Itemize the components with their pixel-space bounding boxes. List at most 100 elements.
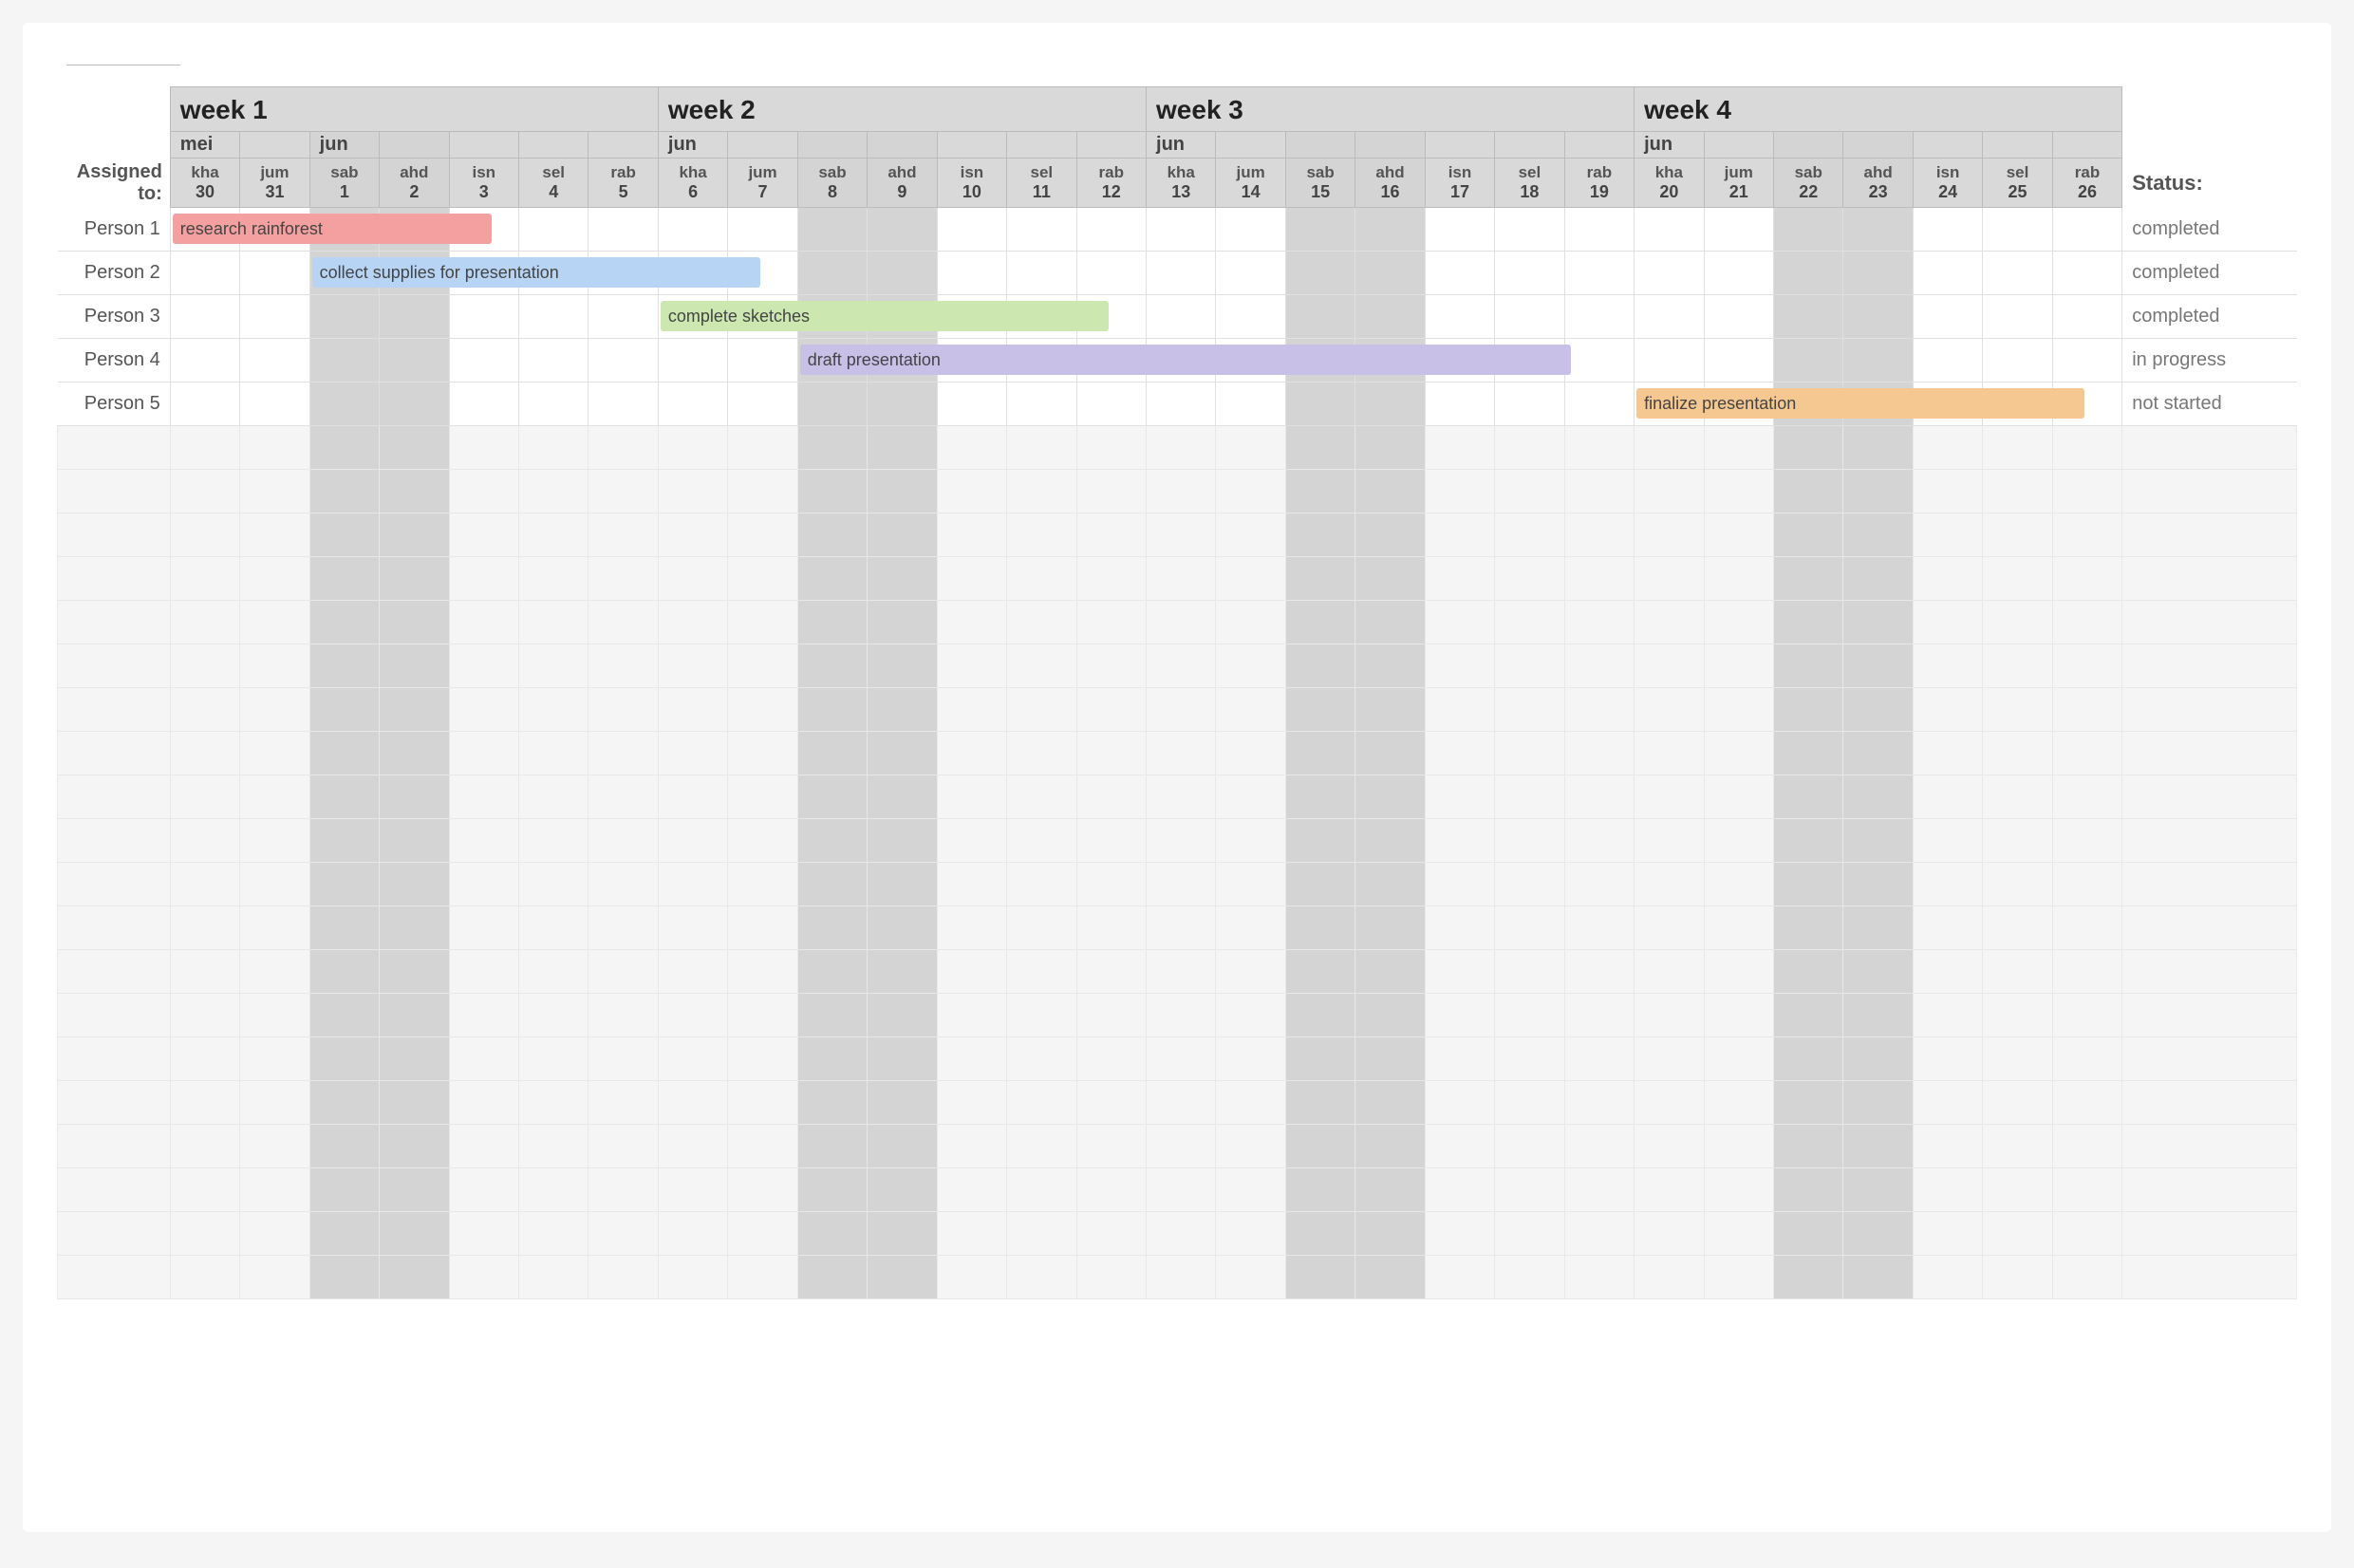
- day-data-2-1: [240, 295, 309, 339]
- blank-day-1-3: [380, 470, 449, 513]
- blank-day-5-2: [309, 644, 379, 688]
- blank-day-0-27: [2052, 426, 2121, 470]
- day-data-3-20: [1564, 339, 1634, 383]
- blank-day-7-26: [1983, 732, 2052, 775]
- blank-day-1-27: [2052, 470, 2121, 513]
- day-cell-11: isn10: [937, 159, 1006, 208]
- blank-day-14-1: [240, 1037, 309, 1081]
- blank-day-3-20: [1564, 557, 1634, 601]
- blank-day-16-26: [1983, 1125, 2052, 1168]
- blank-day-2-12: [1007, 513, 1076, 557]
- day-data-4-20: [1564, 383, 1634, 426]
- blank-day-5-0: [170, 644, 239, 688]
- blank-day-14-13: [1076, 1037, 1146, 1081]
- day-data-2-14: [1147, 295, 1216, 339]
- blank-day-6-7: [658, 688, 727, 732]
- blank-day-16-27: [2052, 1125, 2121, 1168]
- blank-day-15-11: [937, 1081, 1006, 1125]
- day-cell-18: isn17: [1425, 159, 1494, 208]
- day-data-2-21: [1635, 295, 1704, 339]
- blank-day-19-0: [170, 1256, 239, 1299]
- blank-status-1: [2122, 470, 2297, 513]
- blank-day-2-25: [1913, 513, 1982, 557]
- blank-day-11-3: [380, 906, 449, 950]
- day-data-0-16: [1285, 208, 1354, 252]
- blank-day-15-5: [518, 1081, 588, 1125]
- blank-day-12-12: [1007, 950, 1076, 994]
- blank-day-4-10: [868, 601, 937, 644]
- blank-day-16-14: [1147, 1125, 1216, 1168]
- blank-day-7-21: [1635, 732, 1704, 775]
- blank-day-11-12: [1007, 906, 1076, 950]
- blank-day-12-21: [1635, 950, 1704, 994]
- blank-day-19-7: [658, 1256, 727, 1299]
- blank-day-2-13: [1076, 513, 1146, 557]
- blank-day-1-20: [1564, 470, 1634, 513]
- blank-day-13-4: [449, 994, 518, 1037]
- blank-day-18-16: [1285, 1212, 1354, 1256]
- month-cell-24: [1843, 132, 1913, 159]
- blank-label-9: [58, 819, 171, 863]
- start-date-value[interactable]: [66, 63, 180, 65]
- blank-status-5: [2122, 644, 2297, 688]
- blank-day-7-24: [1843, 732, 1913, 775]
- blank-day-16-11: [937, 1125, 1006, 1168]
- blank-day-5-10: [868, 644, 937, 688]
- blank-row-9: [58, 819, 2297, 863]
- blank-label-18: [58, 1212, 171, 1256]
- blank-status-8: [2122, 775, 2297, 819]
- blank-day-10-24: [1843, 863, 1913, 906]
- blank-day-10-25: [1913, 863, 1982, 906]
- blank-day-18-3: [380, 1212, 449, 1256]
- task-bar-3: complete sketches: [661, 301, 1109, 331]
- blank-row-2: [58, 513, 2297, 557]
- day-cell-7: kha6: [658, 159, 727, 208]
- blank-day-9-19: [1495, 819, 1564, 863]
- blank-row-19: [58, 1256, 2297, 1299]
- blank-day-15-20: [1564, 1081, 1634, 1125]
- day-cell-20: rab19: [1564, 159, 1634, 208]
- blank-day-9-11: [937, 819, 1006, 863]
- blank-day-1-18: [1425, 470, 1494, 513]
- blank-day-9-4: [449, 819, 518, 863]
- blank-day-17-13: [1076, 1168, 1146, 1212]
- blank-day-3-26: [1983, 557, 2052, 601]
- blank-day-12-13: [1076, 950, 1146, 994]
- blank-day-6-0: [170, 688, 239, 732]
- blank-day-15-10: [868, 1081, 937, 1125]
- blank-day-18-6: [588, 1212, 658, 1256]
- blank-day-10-10: [868, 863, 937, 906]
- blank-day-12-14: [1147, 950, 1216, 994]
- blank-day-13-7: [658, 994, 727, 1037]
- blank-day-7-17: [1355, 732, 1425, 775]
- blank-day-0-14: [1147, 426, 1216, 470]
- blank-day-8-17: [1355, 775, 1425, 819]
- blank-day-3-0: [170, 557, 239, 601]
- month-label-empty: [58, 132, 171, 159]
- person-row-3: Person 3complete sketchescompleted: [58, 295, 2297, 339]
- blank-day-3-25: [1913, 557, 1982, 601]
- blank-label-13: [58, 994, 171, 1037]
- day-data-3-4: [449, 339, 518, 383]
- blank-day-14-20: [1564, 1037, 1634, 1081]
- blank-day-13-8: [728, 994, 797, 1037]
- blank-day-19-4: [449, 1256, 518, 1299]
- blank-day-6-2: [309, 688, 379, 732]
- blank-day-16-20: [1564, 1125, 1634, 1168]
- blank-day-12-18: [1425, 950, 1494, 994]
- blank-day-6-14: [1147, 688, 1216, 732]
- blank-day-3-19: [1495, 557, 1564, 601]
- blank-day-0-6: [588, 426, 658, 470]
- month-cell-25: [1913, 132, 1982, 159]
- blank-status-13: [2122, 994, 2297, 1037]
- blank-day-6-8: [728, 688, 797, 732]
- day-data-3-22: [1704, 339, 1773, 383]
- blank-day-15-23: [1774, 1081, 1843, 1125]
- day-data-2-19: [1495, 295, 1564, 339]
- blank-day-0-0: [170, 426, 239, 470]
- day-data-1-18: [1425, 252, 1494, 295]
- blank-day-10-27: [2052, 863, 2121, 906]
- blank-day-0-17: [1355, 426, 1425, 470]
- task-bar-5: finalize presentation: [1636, 388, 2084, 419]
- month-cell-17: [1355, 132, 1425, 159]
